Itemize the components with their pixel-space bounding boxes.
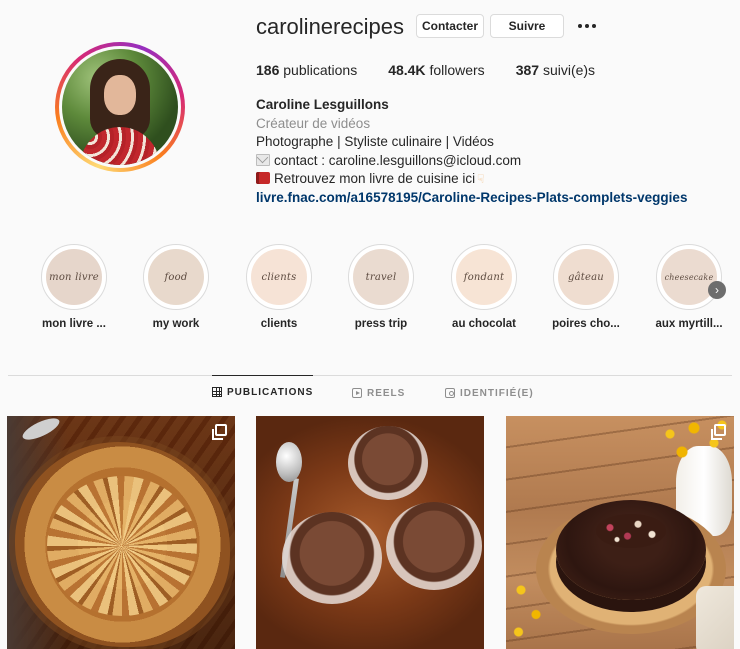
post-image-napkin	[696, 586, 734, 649]
bio-line-contact: contact : caroline.lesguillons@icloud.co…	[256, 152, 726, 171]
profile-avatar-ring[interactable]	[55, 42, 185, 172]
tab-publications[interactable]: PUBLICATIONS	[212, 375, 314, 408]
stat-label: followers	[429, 62, 485, 78]
highlight-au-chocolat[interactable]: fondant au chocolat	[434, 244, 534, 330]
bio-line-book: Retrouvez mon livre de cuisine ici ☟	[256, 170, 726, 189]
post-image-spoon	[276, 442, 302, 482]
highlight-my-work[interactable]: food my work	[126, 244, 226, 330]
highlight-mon-livre[interactable]: mon livre mon livre ...	[24, 244, 124, 330]
stat-label: publications	[283, 62, 358, 78]
carousel-icon	[212, 424, 227, 440]
avatar-frame	[59, 46, 181, 168]
tab-label: REELS	[367, 387, 406, 399]
highlight-ring: travel	[348, 244, 414, 310]
highlight-ring: mon livre	[41, 244, 107, 310]
post-chocolate-cake[interactable]	[506, 416, 734, 649]
highlight-ring: gâteau	[553, 244, 619, 310]
highlight-clients[interactable]: clients clients	[229, 244, 329, 330]
avatar-face	[104, 75, 136, 115]
highlight-cover: cheesecake	[661, 249, 717, 305]
post-chocolate-mousse[interactable]	[256, 416, 484, 649]
profile-full-name: Caroline Lesguillons	[256, 97, 389, 112]
tagged-icon	[445, 388, 455, 398]
tab-tagged[interactable]: IDENTIFIÉ(E)	[445, 378, 534, 408]
avatar-dress	[80, 127, 160, 165]
highlight-label: poires cho...	[552, 318, 620, 330]
profile-bio: Caroline Lesguillons Créateur de vidéos …	[256, 96, 726, 207]
tab-reels[interactable]: REELS	[352, 378, 405, 408]
highlight-label: aux myrtill...	[655, 318, 723, 330]
profile-stats: 186 publications 48.4K followers 387 sui…	[256, 62, 626, 78]
highlight-ring: food	[143, 244, 209, 310]
profile-username: carolinerecipes	[256, 14, 404, 39]
post-image-apple-slices	[47, 476, 197, 616]
envelope-icon	[256, 153, 270, 166]
highlight-cover: gâteau	[558, 249, 614, 305]
chevron-right-icon[interactable]: ›	[708, 281, 726, 299]
pointing-down-icon: ☟	[477, 172, 485, 186]
post-image-jar	[386, 502, 482, 590]
profile-website-link[interactable]: livre.fnac.com/a16578195/Caroline-Recipe…	[256, 189, 726, 208]
contact-button[interactable]: Contacter	[416, 14, 484, 38]
highlight-ring: clients	[246, 244, 312, 310]
highlight-label: press trip	[354, 318, 408, 330]
highlight-label: clients	[260, 318, 298, 330]
highlight-ring: fondant	[451, 244, 517, 310]
highlight-label: au chocolat	[452, 318, 516, 330]
stat-following[interactable]: 387 suivi(e)s	[516, 62, 595, 78]
book-icon	[256, 172, 270, 184]
highlight-label: my work	[152, 318, 200, 330]
more-options-icon[interactable]	[576, 14, 598, 38]
avatar[interactable]	[62, 49, 178, 165]
highlight-cover: travel	[353, 249, 409, 305]
bio-book-text: Retrouvez mon livre de cuisine ici	[274, 171, 476, 186]
tab-label: IDENTIFIÉ(E)	[460, 387, 534, 399]
post-image-flowers	[506, 576, 556, 646]
carousel-icon	[711, 424, 726, 440]
highlight-cover: fondant	[456, 249, 512, 305]
stat-count: 387	[515, 62, 540, 78]
stat-count: 186	[256, 62, 280, 78]
grid-icon	[212, 387, 222, 397]
stat-followers[interactable]: 48.4K followers	[388, 62, 485, 78]
stat-label: suivi(e)s	[542, 62, 596, 78]
post-apple-galette[interactable]	[7, 416, 235, 649]
reels-icon	[352, 388, 362, 398]
stat-count: 48.4K	[388, 62, 426, 78]
highlight-cover: mon livre	[46, 249, 102, 305]
bio-line: Photographe | Styliste culinaire | Vidéo…	[256, 134, 494, 149]
post-image-jar	[348, 426, 428, 500]
highlight-poires-chocolat[interactable]: gâteau poires cho...	[536, 244, 636, 330]
post-image-jar	[282, 512, 382, 604]
follow-button[interactable]: Suivre	[490, 14, 564, 38]
post-image-topping	[596, 514, 666, 548]
highlight-cover: clients	[251, 249, 307, 305]
stat-publications: 186 publications	[256, 62, 357, 78]
bio-contact-text: contact : caroline.lesguillons@icloud.co…	[274, 152, 522, 168]
tab-label: PUBLICATIONS	[227, 386, 314, 398]
highlight-ring: cheesecake	[656, 244, 722, 310]
highlight-cover: food	[148, 249, 204, 305]
highlight-label: mon livre ...	[42, 318, 106, 330]
highlight-press-trip[interactable]: travel press trip	[331, 244, 431, 330]
profile-category: Créateur de vidéos	[256, 115, 371, 131]
tabs-divider	[8, 375, 732, 376]
